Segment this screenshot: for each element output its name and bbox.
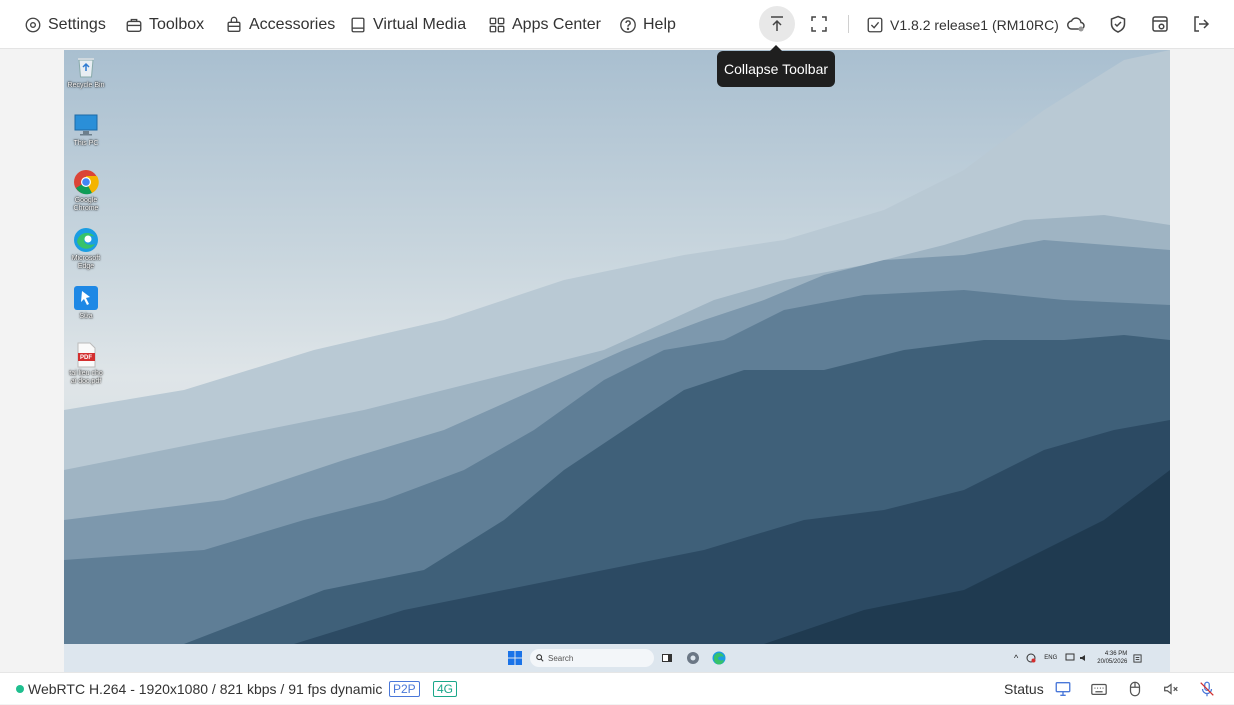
tray-date: 20/05/2026 <box>1097 659 1128 665</box>
speaker-muted-icon <box>1164 683 1178 695</box>
network-badge: 4G <box>433 681 458 697</box>
desktop-icon-label: Sửa <box>79 313 93 320</box>
task-view-icon[interactable] <box>661 652 673 664</box>
toolbar-divider <box>848 15 849 33</box>
virtual-media-menu[interactable]: Virtual Media <box>349 0 466 49</box>
gear-icon <box>25 17 41 32</box>
apps-grid-icon <box>489 17 505 32</box>
collapse-toolbar-tooltip: Collapse Toolbar <box>717 45 835 87</box>
taskbar-search[interactable]: Search <box>530 649 654 667</box>
edge-icon <box>74 228 98 252</box>
taskbar-search-placeholder: Search <box>548 653 574 663</box>
security-button[interactable] <box>1100 6 1136 42</box>
display-toggle-button[interactable] <box>1053 679 1073 699</box>
desktop-icon-app[interactable]: Sửa <box>66 285 106 321</box>
tray-display-icon[interactable] <box>1065 653 1075 663</box>
stream-info: WebRTC H.264 - 1920x1080 / 821 kbps / 91… <box>28 681 383 697</box>
logout-icon <box>1194 16 1210 32</box>
tray-chevron-icon[interactable]: ^ <box>1014 653 1018 663</box>
remote-taskbar: Search ^ ENG 4:36 PM 20/05/2026 <box>64 644 1170 672</box>
pdf-badge: PDF <box>80 355 92 361</box>
accessories-label: Accessories <box>249 15 336 33</box>
help-icon <box>620 16 636 33</box>
cloud-status-button[interactable] <box>1058 6 1094 42</box>
desktop-icon-recycle-bin[interactable]: Recycle Bin <box>66 54 106 90</box>
desktop-icon-this-pc[interactable]: This PC <box>66 112 106 148</box>
settings-menu[interactable]: Settings <box>24 0 106 49</box>
remote-desktop-view[interactable]: Recycle Bin This PC Google Chrome Micros… <box>64 50 1170 644</box>
tray-language[interactable]: ENG <box>1044 655 1057 661</box>
fullscreen-button[interactable] <box>801 6 837 42</box>
toolbox-label: Toolbox <box>149 15 205 33</box>
tray-time: 4:36 PM <box>1104 651 1128 657</box>
keyboard-button[interactable] <box>1089 679 1109 699</box>
checkbox-icon <box>867 17 883 32</box>
edge-taskbar-icon[interactable] <box>712 651 726 665</box>
shield-check-icon <box>1110 15 1126 33</box>
recycle-bin-icon <box>78 58 94 78</box>
logout-button[interactable] <box>1183 6 1219 42</box>
monitor-icon <box>1055 682 1071 696</box>
desktop-icon-label: Google Chrome <box>73 197 99 212</box>
app-shortcut-icon <box>74 286 98 310</box>
settings-label: Settings <box>48 15 106 33</box>
session-history-button[interactable] <box>1142 6 1178 42</box>
tray-network-icon[interactable] <box>1026 653 1036 663</box>
search-icon <box>536 654 544 662</box>
toolbox-menu[interactable]: Toolbox <box>125 0 204 49</box>
windows-start-icon[interactable] <box>508 651 522 665</box>
desktop-icon-label: This PC <box>73 140 99 147</box>
cloud-icon <box>1067 17 1085 32</box>
virtual-media-label: Virtual Media <box>373 15 467 33</box>
microphone-muted-icon <box>1200 681 1214 697</box>
mouse-button[interactable] <box>1125 679 1145 699</box>
version-label: V1.8.2 release1 (RM10RC) <box>890 16 1059 33</box>
apps-center-menu[interactable]: Apps Center <box>488 0 601 49</box>
help-label: Help <box>643 15 676 33</box>
settings-app-icon[interactable] <box>686 651 700 665</box>
keyboard-icon <box>1091 683 1107 696</box>
monitor-icon <box>74 114 98 136</box>
apps-center-label: Apps Center <box>512 15 601 33</box>
bag-icon <box>227 16 241 32</box>
desktop-icon-pdf[interactable]: PDF tai lieu cho ai doc.pdf <box>66 342 106 386</box>
desktop-icon-label: Recycle Bin <box>67 82 105 89</box>
mouse-icon <box>1129 681 1141 697</box>
help-menu[interactable]: Help <box>619 0 676 49</box>
collapse-toolbar-button[interactable] <box>759 6 795 42</box>
system-tray: ^ ENG 4:36 PM 20/05/2026 <box>1014 644 1142 672</box>
top-toolbar: Settings Toolbox Accessories Virtual Med… <box>0 0 1234 49</box>
arrow-up-to-line-icon <box>771 16 783 31</box>
accessories-menu[interactable]: Accessories <box>225 0 335 49</box>
chrome-icon <box>74 170 99 195</box>
tray-volume-icon[interactable] <box>1079 653 1089 663</box>
connection-status-dot <box>16 685 24 693</box>
toolbox-icon <box>126 18 142 32</box>
desktop-icon-label: tai lieu cho ai doc.pdf <box>69 370 103 385</box>
p2p-badge: P2P <box>389 681 420 697</box>
tray-notification-icon[interactable] <box>1133 653 1142 663</box>
window-refresh-icon <box>1152 16 1168 32</box>
audio-mute-button[interactable] <box>1161 679 1181 699</box>
fullscreen-icon <box>811 16 827 32</box>
tray-clock[interactable]: 4:36 PM 20/05/2026 <box>1097 650 1127 666</box>
version-info[interactable]: V1.8.2 release1 (RM10RC) <box>866 0 1059 49</box>
wallpaper <box>64 50 1170 644</box>
desktop-icon-label: Microsoft Edge <box>71 255 101 270</box>
desktop-icon-edge[interactable]: Microsoft Edge <box>66 227 106 271</box>
desktop-icon-chrome[interactable]: Google Chrome <box>66 169 106 213</box>
status-bar: WebRTC H.264 - 1920x1080 / 821 kbps / 91… <box>0 672 1234 704</box>
status-button[interactable]: Status <box>1004 673 1044 705</box>
disk-icon <box>351 17 365 32</box>
microphone-mute-button[interactable] <box>1197 679 1217 699</box>
